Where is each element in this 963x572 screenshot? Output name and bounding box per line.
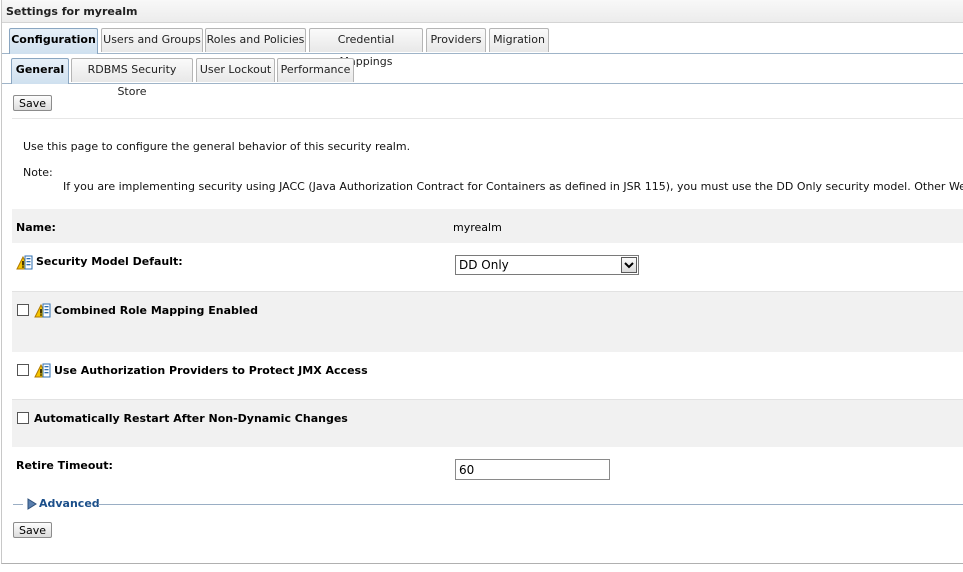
use-auth-providers-label: Use Authorization Providers to Protect J… xyxy=(54,364,368,377)
warning-restart-icon xyxy=(16,255,33,270)
combined-role-mapping-checkbox[interactable] xyxy=(17,304,29,316)
warning-restart-icon xyxy=(34,303,51,318)
primary-tab-bar: Configuration Users and Groups Roles and… xyxy=(2,28,963,68)
tab-rdbms-security-store[interactable]: RDBMS Security Store xyxy=(71,58,193,98)
triangle-right-icon[interactable] xyxy=(27,498,37,510)
tab-credential-mappings[interactable]: Credential Mappings xyxy=(309,28,423,68)
save-button-bottom[interactable]: Save xyxy=(13,522,53,538)
retire-timeout-input[interactable] xyxy=(455,459,610,480)
title-bar: Settings for myrealm xyxy=(2,0,963,23)
tab-user-lockout[interactable]: User Lockout xyxy=(196,58,275,82)
advanced-divider-left xyxy=(13,504,23,505)
note-text: If you are implementing security using J… xyxy=(63,180,963,193)
security-model-label: Security Model Default: xyxy=(36,255,183,268)
security-model-select[interactable]: DD Only xyxy=(455,255,639,275)
tab-migration[interactable]: Migration xyxy=(489,28,549,52)
warning-restart-icon xyxy=(34,363,51,378)
divider xyxy=(12,118,963,119)
intro-text: Use this page to configure the general b… xyxy=(23,140,411,153)
tab-providers[interactable]: Providers xyxy=(426,28,486,52)
name-row: Name: myrealm xyxy=(12,209,963,243)
tab-roles-and-policies[interactable]: Roles and Policies xyxy=(205,28,306,52)
page-title: Settings for myrealm xyxy=(6,5,138,18)
use-auth-providers-checkbox[interactable] xyxy=(17,364,29,376)
advanced-toggle-link[interactable]: Advanced xyxy=(39,497,100,510)
note-label: Note: xyxy=(23,166,53,179)
chevron-down-icon[interactable] xyxy=(621,257,637,273)
auto-restart-label: Automatically Restart After Non-Dynamic … xyxy=(34,412,348,425)
combined-role-mapping-label: Combined Role Mapping Enabled xyxy=(54,304,258,317)
auto-restart-checkbox[interactable] xyxy=(17,412,29,424)
save-button-top[interactable]: Save xyxy=(13,95,53,111)
tab-general[interactable]: General xyxy=(11,58,69,84)
tab-performance[interactable]: Performance xyxy=(277,58,354,82)
secondary-tab-bar: General RDBMS Security Store User Lockou… xyxy=(2,58,963,98)
name-label: Name: xyxy=(16,221,56,234)
advanced-divider-right xyxy=(98,504,963,505)
tab-configuration[interactable]: Configuration xyxy=(9,28,98,54)
retire-timeout-label: Retire Timeout: xyxy=(16,459,113,472)
combined-role-mapping-row: Combined Role Mapping Enabled xyxy=(12,291,963,352)
auto-restart-row: Automatically Restart After Non-Dynamic … xyxy=(12,399,963,447)
security-model-selected-value: DD Only xyxy=(459,258,509,272)
tab-users-and-groups[interactable]: Users and Groups xyxy=(101,28,203,52)
settings-panel: Settings for myrealm Configuration Users… xyxy=(1,0,963,564)
name-value: myrealm xyxy=(453,221,502,234)
use-auth-providers-row: Use Authorization Providers to Protect J… xyxy=(12,352,963,399)
